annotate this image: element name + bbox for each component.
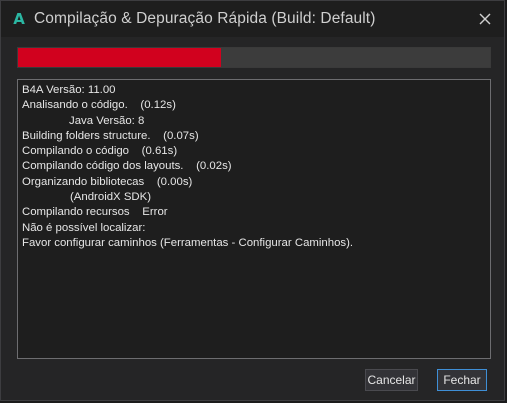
log-line: (AndroidX SDK) [70,191,152,204]
close-button[interactable]: Fechar [437,369,487,391]
log-line: Compilando recursos Error [22,206,168,219]
title-bar: A Compilação & Depuração Rápida (Build: … [1,1,504,37]
progress-bar [17,47,491,68]
close-icon [479,13,491,25]
log-line: Não é possível localizar: [22,221,146,234]
log-line: Organizando bibliotecas (0.00s) [22,175,193,188]
b4a-app-icon: A [13,10,25,28]
log-line: Compilando o código (0.61s) [22,145,178,158]
log-line: Compilando código dos layouts. (0.02s) [22,160,232,173]
progress-bar-fill [18,48,221,67]
log-line: Building folders structure. (0.07s) [22,129,199,142]
log-line: B4A Versão: 11.00 [22,84,116,96]
dialog-title: Compilação & Depuração Rápida (Build: De… [34,10,376,27]
log-line: Analisando o código. (0.12s) [22,99,176,112]
compile-dialog: A Compilação & Depuração Rápida (Build: … [0,0,505,401]
log-line: Favor configurar caminhos (Ferramentas -… [22,236,354,249]
build-log[interactable]: B4A Versão: 11.00 Analisando o código. (0… [17,79,491,359]
cancel-button[interactable]: Cancelar [365,369,418,391]
log-line: Java Versão: 8 [69,114,145,127]
close-window-button[interactable] [470,5,500,33]
